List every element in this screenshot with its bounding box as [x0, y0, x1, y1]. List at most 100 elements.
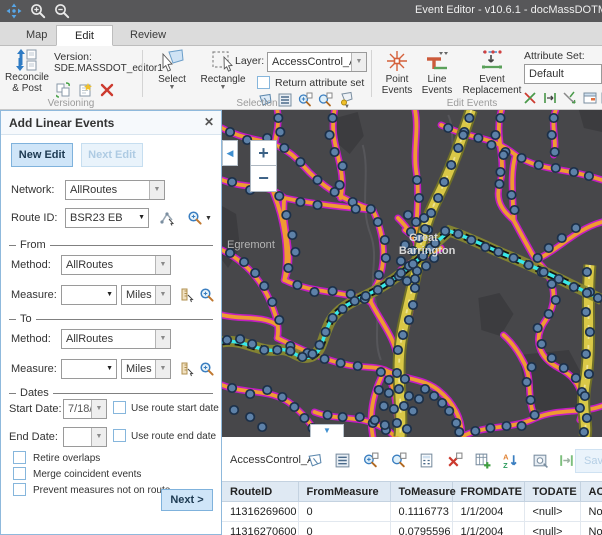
- from-measure-arrow-icon[interactable]: ▼: [106, 286, 113, 304]
- end-date-combo[interactable]: ▼: [63, 427, 107, 447]
- table-sort-icon[interactable]: AZ: [502, 452, 519, 469]
- table-field-calculator-icon[interactable]: [418, 452, 435, 469]
- map-place-label: Egremont: [227, 239, 275, 251]
- table-cell: 0.1116773: [390, 502, 452, 522]
- new-edit-button[interactable]: New Edit: [11, 143, 73, 167]
- layer-label: Layer:: [235, 55, 264, 67]
- select-button[interactable]: Select ▼: [151, 48, 193, 91]
- reconcile-post-button[interactable]: Reconcile & Post: [3, 48, 51, 94]
- start-date-combo[interactable]: 7/18/ ▼: [63, 399, 107, 419]
- point-events-button[interactable]: Point Events: [378, 48, 416, 96]
- to-units-arrow-icon[interactable]: ▼: [155, 360, 170, 378]
- table-row[interactable]: 1131626960000.11167731/1/2004<null>No: [222, 502, 602, 522]
- merge-coincident-checkbox[interactable]: [13, 467, 26, 480]
- end-date-label: End Date:: [9, 431, 58, 443]
- network-dropdown[interactable]: AllRoutes ▼: [65, 180, 165, 200]
- column-header[interactable]: FROMDATE: [452, 482, 524, 502]
- table-cell: <null>: [524, 502, 580, 522]
- from-measure-zoom-icon[interactable]: [199, 287, 215, 303]
- collapse-table-button[interactable]: ▼: [310, 424, 344, 437]
- line-events-button[interactable]: Line Events: [418, 48, 456, 96]
- refresh-version-icon[interactable]: [55, 82, 71, 98]
- from-method-arrow-icon[interactable]: ▼: [155, 256, 170, 274]
- reconcile-post-icon: [15, 48, 39, 72]
- table-measure-icon[interactable]: [558, 452, 575, 469]
- column-header[interactable]: TODATE: [524, 482, 580, 502]
- from-method-dropdown[interactable]: AllRoutes ▼: [61, 255, 171, 275]
- next-edit-button[interactable]: Next Edit: [81, 143, 143, 167]
- use-route-start-checkbox[interactable]: [113, 401, 126, 414]
- zoom-in-icon[interactable]: [30, 3, 46, 19]
- map-zoom-in-button[interactable]: +: [250, 140, 277, 166]
- table-zoom-to-selection-icon[interactable]: [362, 452, 379, 469]
- panel-close-icon[interactable]: ✕: [204, 115, 214, 129]
- map-place-label: Barrington: [399, 245, 456, 257]
- table-add-record-icon[interactable]: [474, 452, 491, 469]
- from-units-arrow-icon[interactable]: ▼: [155, 286, 170, 304]
- route-id-combo[interactable]: BSR23 EB ▼: [65, 208, 149, 228]
- event-replacement-button[interactable]: Event Replacement: [460, 48, 524, 96]
- to-method-dropdown[interactable]: AllRoutes ▼: [61, 329, 171, 349]
- attribute-set-dropdown[interactable]: Default: [524, 64, 602, 84]
- layer-dropdown[interactable]: AccessControl_A ▼: [267, 52, 367, 72]
- title-bar: Event Editor - v10.6.1 - docMassDOTM: [0, 0, 602, 22]
- to-method-value: AllRoutes: [66, 333, 113, 345]
- map-canvas[interactable]: EgremontGreatBarrington: [222, 110, 602, 437]
- map-zoom-control: + −: [250, 140, 277, 192]
- prevent-measures-checkbox[interactable]: [13, 483, 26, 496]
- map-container: EgremontGreatBarrington ◀ + − ▼: [222, 110, 602, 437]
- table-identify-icon[interactable]: [532, 452, 549, 469]
- from-method-label: Method:: [11, 259, 51, 271]
- column-header[interactable]: ToMeasure: [390, 482, 452, 502]
- end-date-arrow-icon[interactable]: ▼: [91, 428, 106, 446]
- network-dropdown-arrow-icon[interactable]: ▼: [149, 181, 164, 199]
- column-header[interactable]: ACCESS: [580, 482, 602, 502]
- return-attribute-set-checkbox[interactable]: [257, 76, 270, 89]
- select-route-on-map-icon[interactable]: [159, 210, 175, 226]
- map-zoom-out-button[interactable]: −: [250, 166, 277, 192]
- use-route-end-label: Use route end date: [131, 431, 216, 442]
- to-measure-arrow-icon[interactable]: ▼: [106, 360, 113, 378]
- zoom-out-icon[interactable]: [54, 3, 70, 19]
- route-zoom-caret-icon[interactable]: ▼: [205, 215, 212, 222]
- route-zoom-icon[interactable]: [187, 210, 203, 226]
- from-units-dropdown[interactable]: Miles ▼: [121, 285, 171, 305]
- from-units-value: Miles: [126, 289, 152, 301]
- to-method-arrow-icon[interactable]: ▼: [155, 330, 170, 348]
- table-pan-to-selection-icon[interactable]: [390, 452, 407, 469]
- to-measure-combo[interactable]: ▼: [61, 359, 117, 379]
- use-route-end-checkbox[interactable]: [113, 429, 126, 442]
- from-measure-pick-icon[interactable]: [179, 287, 195, 303]
- new-version-icon[interactable]: [77, 82, 93, 98]
- tab-review[interactable]: Review: [112, 25, 184, 46]
- to-units-dropdown[interactable]: Miles ▼: [121, 359, 171, 379]
- table-row[interactable]: 1131627060000.07955961/1/2004<null>No: [222, 522, 602, 535]
- tab-edit[interactable]: Edit: [56, 25, 113, 46]
- collapse-panel-left-button[interactable]: ◀: [222, 140, 238, 166]
- table-select-polygon-icon[interactable]: [306, 452, 323, 469]
- to-measure-zoom-icon[interactable]: [199, 361, 215, 377]
- to-measure-pick-icon[interactable]: [179, 361, 195, 377]
- table-cell: No: [580, 522, 602, 535]
- start-date-arrow-icon[interactable]: ▼: [91, 400, 106, 418]
- from-measure-combo[interactable]: ▼: [61, 285, 117, 305]
- events-panel-icon[interactable]: [582, 90, 598, 106]
- attribute-table-area: AccessControl_A AZ Save RouteIDFromMeasu…: [222, 437, 602, 535]
- network-label: Network:: [11, 184, 54, 196]
- pan-icon[interactable]: [6, 3, 22, 19]
- retire-overlaps-checkbox[interactable]: [13, 451, 26, 464]
- start-date-label: Start Date:: [9, 403, 62, 415]
- column-header[interactable]: FromMeasure: [298, 482, 390, 502]
- delete-version-icon[interactable]: [99, 82, 115, 98]
- next-button[interactable]: Next >: [161, 489, 213, 511]
- layer-dropdown-arrow-icon[interactable]: ▼: [351, 53, 366, 71]
- table-save-button[interactable]: Save: [575, 449, 602, 473]
- table-cell: 11316269600: [222, 502, 298, 522]
- table-clear-selection-icon[interactable]: [446, 452, 463, 469]
- route-id-combo-arrow-icon[interactable]: ▼: [138, 209, 145, 227]
- column-header[interactable]: RouteID: [222, 482, 298, 502]
- layer-value: AccessControl_A: [272, 56, 356, 68]
- table-cell: No: [580, 502, 602, 522]
- window-title: Event Editor - v10.6.1 - docMassDOTM: [415, 4, 602, 16]
- table-show-selected-icon[interactable]: [334, 452, 351, 469]
